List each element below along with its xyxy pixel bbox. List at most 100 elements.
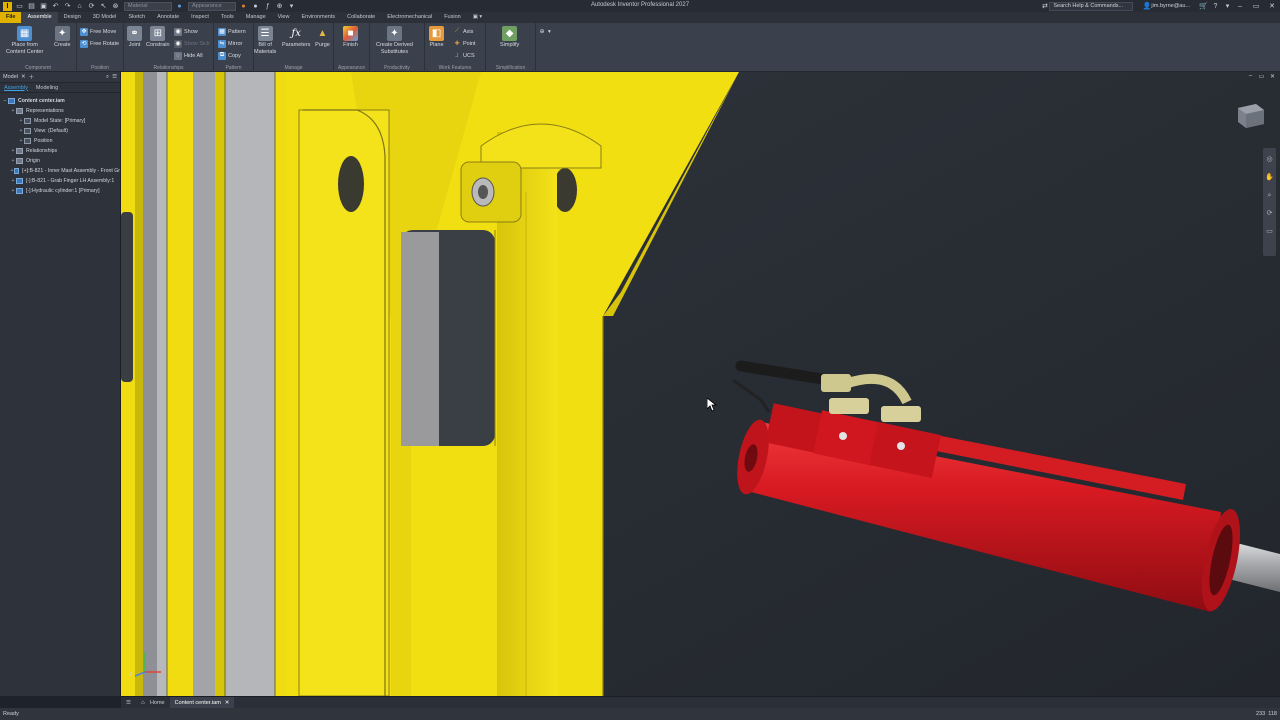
parameters-button[interactable]: ƒx Parameters <box>282 26 310 49</box>
tab-environments[interactable]: Environments <box>295 12 341 23</box>
viewport-minimize-icon[interactable]: – <box>1245 73 1256 80</box>
finish-button[interactable]: ■ Finish <box>343 26 358 49</box>
search-expand-icon[interactable]: ⇄ <box>1040 2 1049 11</box>
ribbon-extra-icon[interactable]: ⊕ ▾ <box>538 26 550 37</box>
browser-tree-node[interactable]: + Relationships <box>0 146 120 156</box>
browser-title[interactable]: Model <box>3 74 18 80</box>
orbit-icon[interactable]: ⟳ <box>1265 209 1274 218</box>
zoom-icon[interactable]: ⌕ <box>1265 191 1274 200</box>
tab-inspect[interactable]: Inspect <box>185 12 215 23</box>
axis-button[interactable]: ⟋ Axis <box>453 26 474 37</box>
minimize-icon[interactable]: – <box>1232 3 1248 10</box>
create-derived-substitutes-button[interactable]: ✦ Create Derived Substitutes <box>376 26 413 56</box>
purge-button[interactable]: ▲ Purge <box>315 26 330 49</box>
joint-button[interactable]: ⚭ Joint <box>127 26 142 49</box>
tab-file[interactable]: File <box>0 12 22 23</box>
tab-electromechanical[interactable]: Electromechanical <box>381 12 438 23</box>
open-file-icon[interactable]: ▤ <box>27 2 36 11</box>
cart-icon[interactable]: 🛒 <box>1199 2 1208 11</box>
material-combo[interactable]: Material <box>124 1 172 11</box>
tab-assemble[interactable]: Assemble <box>21 12 58 23</box>
browser-menu-icon[interactable]: ☰ <box>112 74 117 80</box>
simplify-button[interactable]: ◆ Simplify <box>500 26 519 49</box>
panel-label-position[interactable]: Position <box>77 64 123 72</box>
tab-collaborate[interactable]: Collaborate <box>341 12 381 23</box>
place-from-content-center-button[interactable]: ▦ Place from Content Center <box>6 26 43 56</box>
browser-close-icon[interactable]: ✕ <box>21 74 26 80</box>
help-icon[interactable]: ? <box>1211 2 1220 11</box>
tab-annotate[interactable]: Annotate <box>151 12 185 23</box>
show-sick-button[interactable]: ◉ Show Sick <box>174 38 210 49</box>
look-at-icon[interactable]: ▭ <box>1265 227 1274 236</box>
browser-tree-node[interactable]: + Origin <box>0 156 120 166</box>
fx-icon[interactable]: ƒ <box>263 2 272 11</box>
browser-tree-node[interactable]: + Model State: [Primary] <box>0 116 120 126</box>
browser-search-icon[interactable]: ⌕ <box>106 74 109 81</box>
hide-all-button[interactable]: ◌ Hide All <box>174 50 203 61</box>
redo-icon[interactable]: ↷ <box>63 2 72 11</box>
appearance-combo[interactable]: Appearance <box>188 1 236 11</box>
pan-icon[interactable]: ✋ <box>1265 173 1274 182</box>
browser-tree-node[interactable]: − Content center.iam <box>0 96 120 106</box>
ucs-button[interactable]: ⅃ UCS <box>453 50 474 61</box>
doc-tab-content-center[interactable]: Content center.iam ✕ <box>169 696 235 709</box>
save-icon[interactable]: ▣ <box>39 2 48 11</box>
browser-add-icon[interactable]: ＋ <box>29 73 35 81</box>
tab-manage[interactable]: Manage <box>240 12 272 23</box>
more-icon[interactable]: ⊕ <box>275 2 284 11</box>
panel-label-component[interactable]: Component <box>0 64 76 72</box>
create-component-button[interactable]: ✦ Create <box>54 26 71 49</box>
browser-tab-assembly[interactable]: Assembly <box>0 85 32 91</box>
browser-tree-node[interactable]: + [+]:B-821 - Inner Mast Assembly - Front… <box>0 166 120 176</box>
browser-tree-node[interactable]: + [-]:B-821 - Grab Finger LH Assembly:1 <box>0 176 120 186</box>
panel-label-productivity[interactable]: Productivity <box>370 64 424 72</box>
panel-label-work-features[interactable]: Work Features <box>425 64 485 72</box>
update-icon[interactable]: ⟳ <box>87 2 96 11</box>
doc-tabs-menu-icon[interactable]: ☰ <box>121 697 136 709</box>
tab-3d-model[interactable]: 3D Model <box>87 12 123 23</box>
plane-button[interactable]: ◧ Plane <box>429 26 444 49</box>
close-icon[interactable]: ✕ <box>1264 2 1280 10</box>
browser-tree-node[interactable]: + Position <box>0 136 120 146</box>
pattern-button[interactable]: ▦ Pattern <box>218 26 246 37</box>
new-file-icon[interactable]: ▭ <box>15 2 24 11</box>
panel-label-appearance[interactable]: Appearance <box>334 64 369 72</box>
viewport-restore-icon[interactable]: ▭ <box>1256 73 1267 80</box>
viewport-close-icon[interactable]: ✕ <box>1267 73 1278 80</box>
copy-button[interactable]: ⧉ Copy <box>218 50 241 61</box>
browser-tree-node[interactable]: + View: (Default) <box>0 126 120 136</box>
doc-tab-close-icon[interactable]: ✕ <box>225 697 230 709</box>
maximize-icon[interactable]: ▭ <box>1248 2 1264 10</box>
home-icon[interactable]: ⌂ <box>75 2 84 11</box>
qa-customize-icon[interactable]: ▾ <box>287 2 296 11</box>
tab-design[interactable]: Design <box>58 12 87 23</box>
panel-label-manage[interactable]: Manage <box>254 64 333 72</box>
doc-tab-home[interactable]: ⌂ Home <box>136 697 170 709</box>
browser-tab-modeling[interactable]: Modeling <box>32 85 62 91</box>
inner-mast-assembly[interactable] <box>121 72 287 696</box>
help-dropdown-icon[interactable]: ▾ <box>1223 2 1232 11</box>
user-name[interactable]: jim.byrne@au... <box>1151 3 1190 9</box>
constrain-button[interactable]: ⊞ Constrain <box>146 26 170 49</box>
browser-tree-node[interactable]: + Representations <box>0 106 120 116</box>
select-icon[interactable]: ↖ <box>99 2 108 11</box>
close-circle-icon[interactable]: ⊗ <box>111 2 120 11</box>
panel-label-simplification[interactable]: Simplification <box>486 64 535 72</box>
app-menu-icon[interactable]: I <box>3 1 12 11</box>
viewcube-icon[interactable] <box>1234 102 1266 129</box>
ribbon-options-icon[interactable]: ▣ ▾ <box>467 12 489 23</box>
tab-view[interactable]: View <box>272 12 296 23</box>
point-button[interactable]: ✚ Point <box>453 38 475 49</box>
tab-tools[interactable]: Tools <box>215 12 240 23</box>
search-input[interactable]: Search Help & Commands... <box>1049 1 1134 11</box>
tab-sketch[interactable]: Sketch <box>122 12 151 23</box>
browser-tree-node[interactable]: + [-]:Hydraulic cylinder:1 [Primary] <box>0 186 120 196</box>
tab-fusion[interactable]: Fusion <box>438 12 467 23</box>
clear-override-icon[interactable]: ● <box>251 2 260 11</box>
undo-icon[interactable]: ↶ <box>51 2 60 11</box>
steering-wheel-icon[interactable]: ◎ <box>1265 155 1274 164</box>
mirror-button[interactable]: ⇋ Mirror <box>218 38 242 49</box>
model-scene[interactable] <box>121 72 1280 696</box>
panel-label-pattern[interactable]: Pattern <box>214 64 253 72</box>
panel-label-relationships[interactable]: Relationships <box>124 64 213 72</box>
